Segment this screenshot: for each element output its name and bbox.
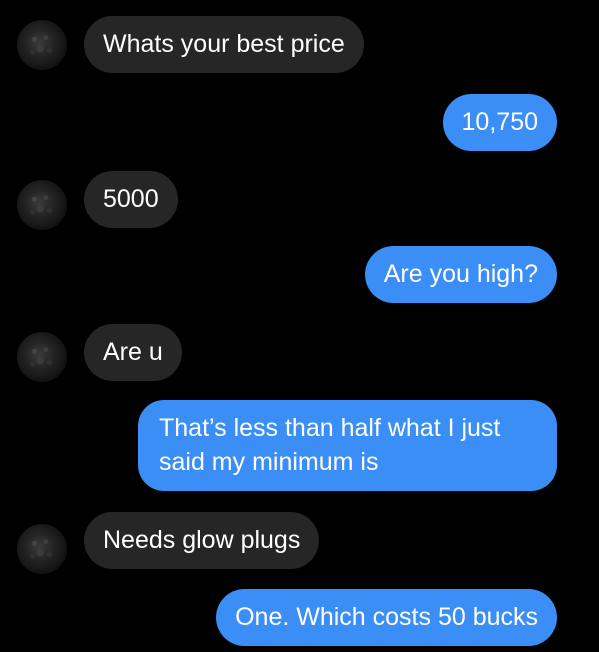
contact-avatar[interactable]	[17, 332, 67, 382]
message-thread: Whats your best price 10,750 5000 Are yo…	[0, 0, 599, 652]
outgoing-message-bubble[interactable]: That’s less than half what I just said m…	[138, 400, 557, 491]
incoming-message-bubble[interactable]: Are u	[84, 324, 182, 381]
incoming-message-bubble[interactable]: Whats your best price	[84, 16, 364, 73]
contact-avatar[interactable]	[17, 524, 67, 574]
incoming-message-bubble[interactable]: Needs glow plugs	[84, 512, 320, 569]
contact-avatar[interactable]	[17, 180, 67, 230]
outgoing-message-bubble[interactable]: Are you high?	[364, 246, 557, 303]
incoming-message-bubble[interactable]: 5000	[84, 171, 178, 228]
outgoing-message-bubble[interactable]: One. Which costs 50 bucks	[216, 589, 557, 646]
contact-avatar[interactable]	[17, 20, 67, 70]
outgoing-message-bubble[interactable]: 10,750	[442, 94, 557, 151]
